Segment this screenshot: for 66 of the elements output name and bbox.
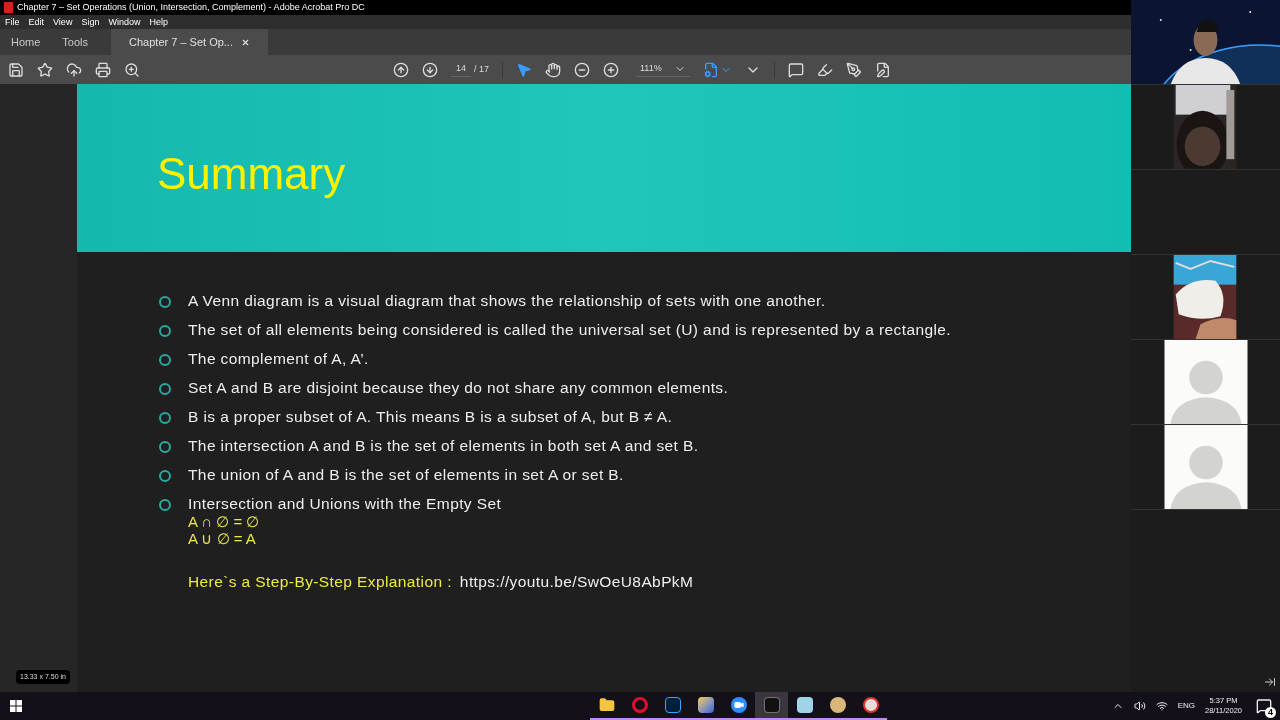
menu-item[interactable]: File (5, 17, 20, 27)
bullet-text: B is a proper subset of A. This means B is a subset of A, but B ≠ A. (188, 408, 673, 426)
panel-toggle-icon[interactable] (1264, 676, 1276, 688)
search-icon[interactable] (124, 61, 140, 78)
tab[interactable]: Home (0, 29, 52, 55)
language-indicator[interactable]: ENG (1177, 700, 1195, 712)
link-label: Here`s a Step-By-Step Explanation : (188, 572, 452, 592)
bullet-icon (159, 499, 171, 511)
highlighter-icon[interactable] (816, 61, 833, 78)
bullet-text: The union of A and B is the set of elements in set A or set B. (188, 466, 624, 484)
link[interactable]: https://youtu.be/SwOeU8AbPkM (459, 570, 694, 594)
menu-item[interactable]: Edit (28, 17, 45, 27)
app-icon[interactable] (664, 697, 681, 713)
pen-icon[interactable] (845, 61, 862, 78)
ring-icon[interactable] (631, 697, 648, 713)
bullet-icon (159, 383, 171, 395)
bullet-icon (159, 412, 171, 424)
bullet-text: A Venn diagram is a visual diagram that shows the relationship of sets with one another. (188, 292, 826, 310)
bullet-icon (159, 325, 171, 337)
app-icon[interactable] (697, 697, 714, 713)
bullet-icon (159, 354, 171, 366)
bullet-icon (159, 296, 171, 308)
hand-icon[interactable] (545, 61, 561, 78)
wifi-icon[interactable] (1155, 700, 1168, 712)
windows-icon[interactable] (10, 700, 22, 712)
camera-icon[interactable] (730, 697, 747, 713)
pointer-icon[interactable] (516, 61, 532, 78)
arrow-down-icon[interactable] (422, 61, 438, 78)
save-icon[interactable] (8, 61, 24, 78)
menu-item[interactable]: Window (108, 17, 141, 27)
edit-document-icon[interactable] (874, 61, 891, 78)
zoom-out-icon[interactable] (574, 61, 590, 78)
upload-icon[interactable] (66, 61, 82, 78)
comment-icon[interactable] (787, 61, 804, 78)
bullet-text: The set of all elements being considered is called the universal set (U) and is represented by a rectangle. (188, 321, 952, 339)
menu-item[interactable]: Help (149, 17, 168, 27)
arrow-up-icon[interactable] (393, 61, 409, 78)
folder-icon[interactable] (598, 697, 615, 713)
star-icon[interactable] (37, 61, 53, 78)
pdf-icon (4, 2, 13, 13)
bullet-text: The complement of A, A’. (188, 350, 369, 368)
avatar-icon (1163, 425, 1248, 509)
bullet-text: Intersection and Unions with the Empty Set (188, 495, 502, 513)
volume-icon[interactable] (1133, 700, 1146, 712)
page-fit-icon[interactable] (702, 61, 719, 78)
zoom-dropdown[interactable]: 111% (636, 62, 690, 77)
zoom-in-icon[interactable] (603, 61, 619, 78)
bullet-icon (159, 441, 171, 453)
tab[interactable]: Chapter 7 – Set Op... (111, 29, 268, 55)
avatar-icon (1163, 340, 1248, 424)
bullet-text: Set A and B are disjoint because they do not share any common elements. (188, 379, 729, 397)
menu-item[interactable]: Sign (81, 17, 100, 27)
print-icon[interactable] (95, 61, 111, 78)
formula: A ∩ ∅ = ∅ (188, 513, 261, 530)
page-number-field[interactable]: 14 (451, 62, 471, 77)
bullet-icon (159, 470, 171, 482)
formula: A ∪ ∅ = A (188, 530, 257, 547)
window-title: Chapter 7 – Set Operations (Union, Intersection, Complement) - Adobe Acrobat Pro DC (17, 3, 365, 12)
notepad-icon[interactable] (796, 697, 813, 713)
notification-count: 4 (1265, 707, 1276, 718)
page-total: / 17 (474, 62, 489, 76)
bullet-text: The intersection A and B is the set of elements in both set A and set B. (188, 437, 699, 455)
tab[interactable]: Tools (51, 29, 100, 55)
close-icon[interactable] (241, 37, 250, 47)
slide-title: Summary (157, 152, 346, 196)
menu-item[interactable]: View (53, 17, 73, 27)
